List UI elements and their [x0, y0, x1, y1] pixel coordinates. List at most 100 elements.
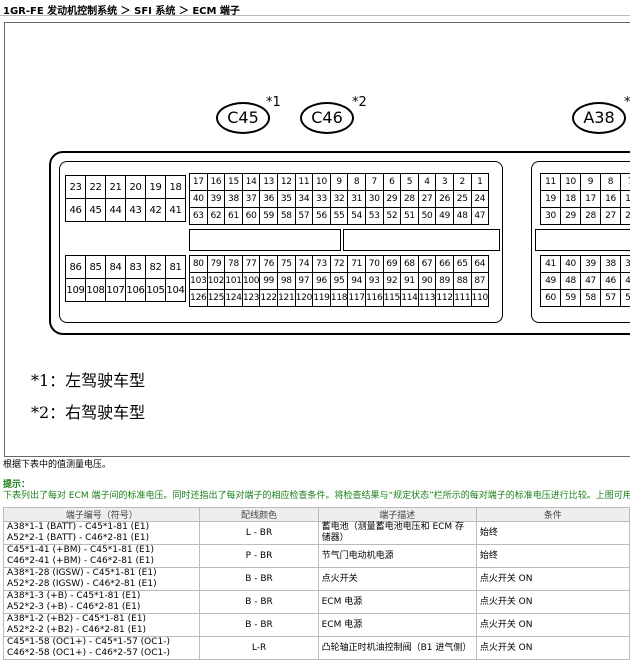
terminal-pin: 102: [207, 273, 226, 290]
terminal-cell: A38*1-2 (+B2) - C45*1-81 (E1) A52*2-2 (+B…: [2, 613, 201, 637]
terminal-pin: 49: [541, 273, 561, 290]
terminal-pin: 29: [561, 208, 581, 225]
terminal-pair: A38*1-28 (IGSW) - C45*1-81 (E1): [7, 568, 157, 578]
terminal-pin: 46: [66, 199, 86, 222]
terminal-pair: A52*2-28 (IGSW) - C46*2-81 (E1): [7, 579, 157, 589]
terminal-cell: A38*1-1 (BATT) - C45*1-81 (E1) A52*2-1 (B…: [2, 521, 201, 545]
terminal-pin: 12: [277, 174, 296, 191]
terminal-pin: 92: [383, 273, 402, 290]
terminal-pin: 65: [453, 256, 472, 273]
terminal-pin: 117: [348, 290, 366, 307]
divider: [0, 15, 630, 16]
terminal-pin: 30: [365, 191, 384, 208]
terminal-pin: 58: [277, 208, 296, 225]
terminal-pin: 44: [106, 199, 126, 222]
terminal-pin: 82: [146, 256, 166, 279]
terminal-pin: 39: [207, 191, 226, 208]
col-header-description: 端子描述: [317, 507, 477, 522]
terminal-pin: 100: [242, 273, 261, 290]
hint-body: 下表列出了每对 ECM 端子间的标准电压。同时还指出了每对端子的相应检查条件。将…: [3, 491, 630, 501]
terminal-pin: 110: [471, 290, 490, 307]
terminal-pin: 72: [330, 256, 349, 273]
terminal-pin: 88: [453, 273, 472, 290]
note-left-hand-drive: *1：左驾驶车型: [31, 371, 146, 390]
terminal-pin: 52: [383, 208, 402, 225]
terminal-grid-middle-bottom: 80 79 78 77 76 75 74 73 72 71 70 69 68 67 66 65 64 103 102…: [189, 255, 490, 307]
terminal-pin: 39: [581, 256, 601, 273]
terminal-grid-left-bottom: 86 85 84 83 82 81 109 108 107 106 105 104: [65, 255, 186, 302]
terminal-pin: 23: [66, 176, 86, 199]
terminal-pin: 121: [277, 290, 296, 307]
terminal-pin: 48: [453, 208, 472, 225]
terminal-pair: A52*2-1 (BATT) - C46*2-81 (E1): [7, 533, 150, 543]
terminal-grid-right-bottom: 4140393837 4948474645 6059585756: [540, 255, 630, 307]
terminal-pin: 122: [260, 290, 278, 307]
connector-mark-c46: *2: [352, 95, 367, 110]
terminal-pin: 85: [86, 256, 106, 279]
terminal-pin: 22: [86, 176, 106, 199]
condition-cell: 点火开关 ON: [475, 567, 630, 591]
terminal-pair: A38*1-1 (BATT) - C45*1-81 (E1): [7, 522, 150, 532]
terminal-pin: 14: [242, 174, 261, 191]
terminal-pin: 38: [601, 256, 621, 273]
terminal-pin: 8: [348, 174, 366, 191]
terminal-pair: A38*1-3 (+B) - C45*1-81 (E1): [7, 591, 141, 601]
terminal-pin: 69: [383, 256, 402, 273]
terminal-pin: 105: [146, 279, 166, 302]
terminal-pin: 59: [561, 290, 581, 307]
terminal-pin: 16: [601, 191, 621, 208]
terminal-pin: 67: [418, 256, 437, 273]
table-header-row: 端子编号（符号） 配线颜色 端子描述 条件: [2, 507, 630, 522]
terminal-pin: 84: [106, 256, 126, 279]
terminal-pin: 16: [207, 174, 226, 191]
description-cell: ECM 电源: [317, 613, 477, 637]
terminal-pair: A52*2-2 (+B2) - C46*2-81 (E1): [7, 625, 147, 635]
terminal-pin: 46: [601, 273, 621, 290]
terminal-pin: 15: [621, 191, 630, 208]
terminal-pin: 95: [330, 273, 349, 290]
terminal-pin: 10: [561, 174, 581, 191]
terminal-pin: 63: [190, 208, 208, 225]
terminal-pin: 30: [541, 208, 561, 225]
terminal-pin: 123: [242, 290, 261, 307]
connector-mark-c45: *1: [266, 95, 281, 110]
terminal-pin: 58: [581, 290, 601, 307]
terminal-pin: 24: [471, 191, 490, 208]
terminal-pin: 120: [295, 290, 314, 307]
condition-cell: 始终: [475, 521, 630, 545]
terminal-pin: 1: [471, 174, 490, 191]
terminal-pin: 77: [242, 256, 261, 273]
wire-color-cell: P - BR: [199, 544, 319, 568]
terminal-pin: 76: [260, 256, 278, 273]
terminal-pin: 19: [146, 176, 166, 199]
terminal-pin: 93: [365, 273, 384, 290]
terminal-cell: A38*1-3 (+B) - C45*1-81 (E1) A52*2-3 (+B)…: [2, 590, 201, 614]
wire-color-cell: B - BR: [199, 613, 319, 637]
terminal-pin: 49: [436, 208, 454, 225]
terminal-pin: 17: [190, 174, 208, 191]
terminal-pin: 35: [277, 191, 296, 208]
terminal-pin: 101: [225, 273, 243, 290]
terminal-pair: C45*1-41 (+BM) - C45*1-81 (E1): [7, 545, 154, 555]
terminal-cell: A38*1-28 (IGSW) - C45*1-81 (E1) A52*2-28 …: [2, 567, 201, 591]
terminal-grid-left-top: 23 22 21 20 19 18 46 45 44 43 42 41: [65, 175, 186, 222]
terminal-pin: 45: [621, 273, 630, 290]
terminal-pin: 54: [348, 208, 366, 225]
description-cell: 蓄电池（测量蓄电池电压和 ECM 存储器）: [317, 521, 477, 545]
terminal-pin: 37: [242, 191, 261, 208]
terminal-pin: 62: [207, 208, 226, 225]
terminal-pin: 111: [453, 290, 472, 307]
terminal-pin: 99: [260, 273, 278, 290]
terminal-pin: 4: [418, 174, 437, 191]
terminal-pin: 75: [277, 256, 296, 273]
terminal-pin: 6: [383, 174, 402, 191]
terminal-pin: 25: [453, 191, 472, 208]
terminal-pin: 26: [436, 191, 454, 208]
terminal-pin: 50: [418, 208, 437, 225]
table-body: A38*1-1 (BATT) - C45*1-81 (E1) A52*2-1 (B…: [2, 521, 630, 660]
terminal-pin: 47: [581, 273, 601, 290]
terminal-pin: 98: [277, 273, 296, 290]
terminal-pin: 66: [436, 256, 454, 273]
terminal-pin: 124: [225, 290, 243, 307]
terminal-pin: 32: [330, 191, 349, 208]
